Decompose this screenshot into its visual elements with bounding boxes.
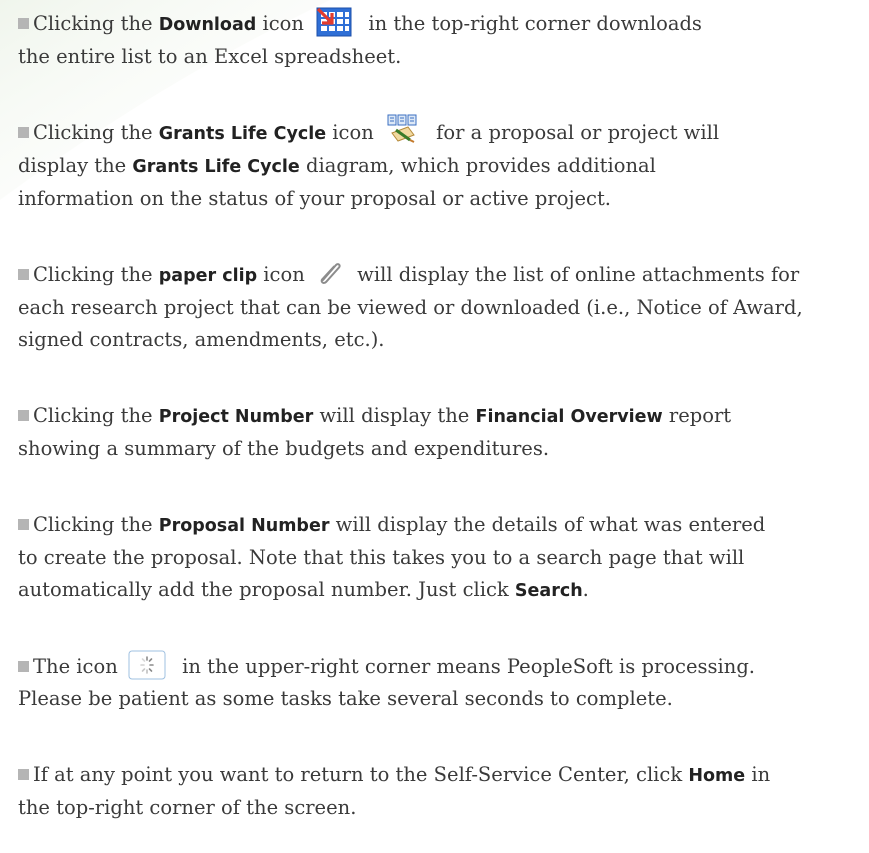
paragraph-proposal-number: Clicking the Proposal Number will displa… xyxy=(18,513,766,601)
term-proposal-number: Proposal Number xyxy=(158,516,330,536)
bullet-square xyxy=(18,18,29,29)
excel-download-icon xyxy=(316,7,352,37)
term-grants-life-cycle: Grants Life Cycle xyxy=(158,124,327,144)
term-download: Download xyxy=(158,15,257,35)
paragraph-project-number: Clicking the Project Number will display… xyxy=(18,404,732,460)
term-grants-life-cycle-2: Grants Life Cycle xyxy=(132,157,300,177)
paper-clip-icon xyxy=(315,258,343,286)
term-paper-clip: paper clip xyxy=(158,266,258,286)
term-project-number: Project Number xyxy=(158,407,314,427)
help-document: Clicking the Download icon in the top-ri… xyxy=(18,4,858,824)
grants-life-cycle-icon xyxy=(386,113,420,143)
bullet-square xyxy=(18,127,29,138)
paragraph-processing: The icon in the upper-right corner means… xyxy=(18,650,858,715)
term-search: Search xyxy=(514,581,583,601)
bullet-square xyxy=(18,410,29,421)
term-home: Home xyxy=(688,766,746,786)
bullet-square xyxy=(18,661,29,672)
processing-spinner-icon xyxy=(128,650,166,680)
bullet-square xyxy=(18,769,29,780)
term-financial-overview: Financial Overview xyxy=(475,407,663,427)
paragraph-home: If at any point you want to return to th… xyxy=(18,763,771,819)
bullet-square xyxy=(18,519,29,530)
paragraph-grants-life-cycle: Clicking the Grants Life Cycle icon for … xyxy=(18,114,858,215)
paragraph-download: Clicking the Download icon in the top-ri… xyxy=(18,7,858,73)
bullet-square xyxy=(18,269,29,280)
paragraph-paper-clip: Clicking the paper clip icon will displa… xyxy=(18,259,858,356)
